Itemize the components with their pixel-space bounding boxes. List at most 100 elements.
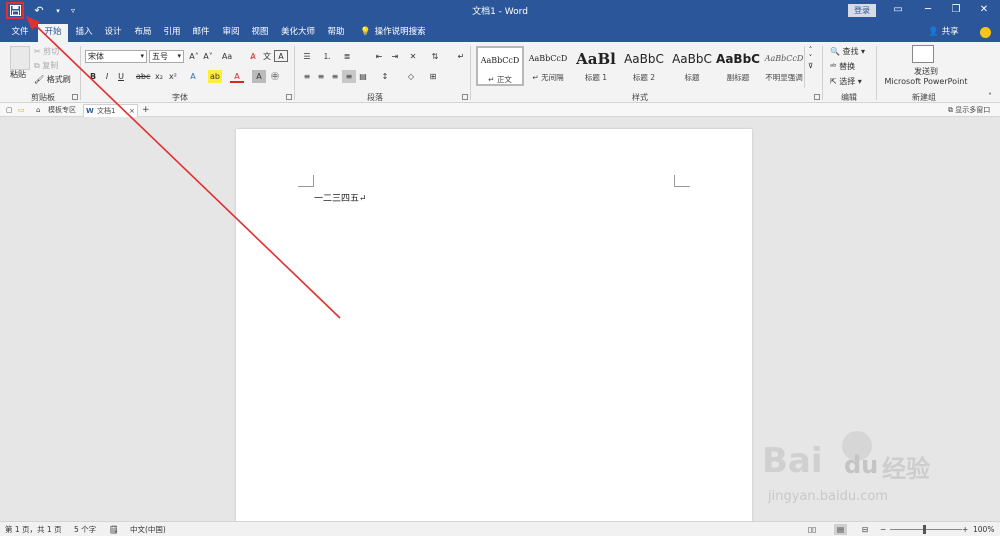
character-shading-icon[interactable]: A	[252, 70, 266, 83]
document-page[interactable]: 一二三四五↵	[236, 129, 752, 523]
style-heading-2[interactable]: AaBbC 标题 2	[620, 46, 668, 86]
font-launcher-icon[interactable]	[286, 94, 292, 100]
proofing-icon[interactable]: 🗒	[109, 524, 119, 535]
clipboard-launcher-icon[interactable]	[72, 94, 78, 100]
line-spacing-icon[interactable]: ↕	[378, 70, 392, 83]
paste-button[interactable]: 粘贴	[10, 69, 26, 80]
change-case-icon[interactable]: Aa	[220, 50, 234, 63]
more-styles-icon[interactable]: ⊽	[805, 62, 816, 70]
send-to-label-1[interactable]: 发送到	[878, 66, 974, 77]
send-to-powerpoint-icon[interactable]	[912, 45, 934, 63]
tab-insert[interactable]: 插入	[72, 24, 96, 42]
new-doc-icon[interactable]: ▢	[6, 104, 13, 116]
word-count[interactable]: 5 个字	[74, 524, 96, 535]
collapse-ribbon-icon[interactable]: ˄	[988, 92, 992, 101]
style-subtle-emphasis[interactable]: AaBbCcD 不明显强调	[760, 46, 808, 86]
tab-layout[interactable]: 布局	[131, 24, 155, 42]
tab-home[interactable]: 开始	[38, 24, 68, 42]
font-size-select[interactable]: 五号 ▾	[149, 50, 184, 63]
clear-formatting-icon[interactable]: A̷	[246, 50, 260, 63]
multilevel-list-icon[interactable]: ≣	[340, 50, 354, 63]
phonetic-guide-icon[interactable]: 文	[260, 50, 274, 63]
chevron-down-icon[interactable]: ˅	[805, 54, 816, 62]
restore-icon[interactable]: ❐	[942, 2, 970, 18]
align-center-icon[interactable]: ≡	[314, 70, 328, 83]
shading-icon[interactable]: ◇	[404, 70, 418, 83]
highlight-icon[interactable]: ab	[208, 70, 222, 83]
close-tab-icon[interactable]: ×	[129, 105, 135, 117]
replace-button[interactable]: ᵃᵇ 替换	[830, 61, 855, 72]
tab-view[interactable]: 视图	[248, 24, 272, 42]
strikethrough-icon[interactable]: abc	[136, 70, 150, 83]
select-button[interactable]: ⇱ 选择 ▾	[830, 76, 862, 87]
zoom-slider-thumb[interactable]	[923, 525, 926, 534]
chevron-up-icon[interactable]: ˄	[805, 46, 816, 54]
style-subtitle[interactable]: AaBbC 副标题	[714, 46, 762, 86]
chinese-layout-icon[interactable]: ✕	[406, 50, 420, 63]
copy-button[interactable]: ⧉ 复制	[34, 60, 58, 71]
multi-window-button[interactable]: ⧉ 显示多窗口	[948, 104, 990, 116]
borders-icon[interactable]: ⊞	[426, 70, 440, 83]
ribbon-display-options-icon[interactable]: ▭	[884, 2, 912, 18]
close-icon[interactable]: ✕	[970, 2, 998, 18]
folder-icon[interactable]: ▭	[18, 104, 25, 116]
tab-beautify[interactable]: 美化大师	[278, 24, 318, 42]
zoom-out-icon[interactable]: −	[880, 524, 886, 535]
italic-icon[interactable]: I	[100, 70, 114, 83]
style-normal[interactable]: AaBbCcD ↵ 正文	[476, 46, 524, 86]
superscript-icon[interactable]: x²	[166, 70, 180, 83]
justify-icon[interactable]: ≡	[342, 70, 356, 83]
sort-icon[interactable]: ⇅	[428, 50, 442, 63]
minimize-icon[interactable]: ─	[914, 2, 942, 18]
distributed-icon[interactable]: ▤	[356, 70, 370, 83]
style-heading-1[interactable]: AaBl 标题 1	[572, 46, 620, 86]
format-painter-button[interactable]: 🖌 格式刷	[34, 74, 71, 85]
tab-file[interactable]: 文件	[6, 24, 34, 42]
text-effects-icon[interactable]: A	[186, 70, 200, 83]
document-tab[interactable]: W 文档1 ×	[83, 104, 138, 117]
feedback-smiley-icon[interactable]	[980, 27, 991, 38]
tab-design[interactable]: 设计	[101, 24, 125, 42]
templates-tab[interactable]: 模板专区	[48, 104, 76, 116]
numbering-icon[interactable]: ⒈	[320, 50, 334, 63]
character-border-icon[interactable]: A	[274, 50, 288, 62]
send-to-label-2[interactable]: Microsoft PowerPoint	[878, 77, 974, 86]
zoom-in-icon[interactable]: +	[962, 524, 968, 535]
font-name-select[interactable]: 宋体 ▾	[85, 50, 147, 63]
language-status[interactable]: 中文(中国)	[130, 524, 166, 535]
read-mode-icon[interactable]: ▯▯	[808, 524, 816, 535]
home-icon[interactable]: ⌂	[36, 104, 40, 116]
bullets-icon[interactable]: ☰	[300, 50, 314, 63]
enclose-characters-icon[interactable]: ㊥	[268, 70, 282, 83]
subscript-icon[interactable]: x₂	[152, 70, 166, 83]
shrink-font-icon[interactable]: A˅	[201, 50, 215, 63]
styles-launcher-icon[interactable]	[814, 94, 820, 100]
bold-icon[interactable]: B	[86, 70, 100, 83]
add-tab-icon[interactable]: +	[142, 104, 150, 116]
style-no-spacing[interactable]: AaBbCcD ↵ 无间隔	[524, 46, 572, 86]
paragraph-launcher-icon[interactable]	[462, 94, 468, 100]
zoom-level[interactable]: 100%	[973, 524, 994, 535]
align-left-icon[interactable]: ≡	[300, 70, 314, 83]
grow-font-icon[interactable]: A˄	[187, 50, 201, 63]
decrease-indent-icon[interactable]: ⇤	[372, 50, 386, 63]
web-layout-icon[interactable]: ⊟	[862, 524, 868, 535]
share-button[interactable]: 👤 共享	[928, 24, 959, 41]
show-marks-icon[interactable]: ↵	[454, 50, 468, 63]
styles-gallery-scroll[interactable]: ˄ ˅ ⊽	[804, 46, 816, 88]
tab-references[interactable]: 引用	[160, 24, 184, 42]
underline-icon[interactable]: U	[114, 70, 128, 83]
print-layout-icon[interactable]: ▤	[834, 524, 848, 535]
tab-help[interactable]: 帮助	[324, 24, 348, 42]
find-button[interactable]: 🔍 查找 ▾	[830, 46, 865, 57]
tab-mailings[interactable]: 邮件	[189, 24, 213, 42]
document-text[interactable]: 一二三四五↵	[314, 191, 367, 204]
tab-review[interactable]: 审阅	[219, 24, 243, 42]
increase-indent-icon[interactable]: ⇥	[388, 50, 402, 63]
align-right-icon[interactable]: ≡	[328, 70, 342, 83]
login-button[interactable]: 登录	[848, 4, 876, 17]
zoom-slider[interactable]	[890, 529, 962, 530]
style-title[interactable]: AaBbC 标题	[668, 46, 716, 86]
font-color-icon[interactable]: A	[230, 70, 244, 83]
page-count[interactable]: 第 1 页，共 1 页	[5, 524, 62, 535]
